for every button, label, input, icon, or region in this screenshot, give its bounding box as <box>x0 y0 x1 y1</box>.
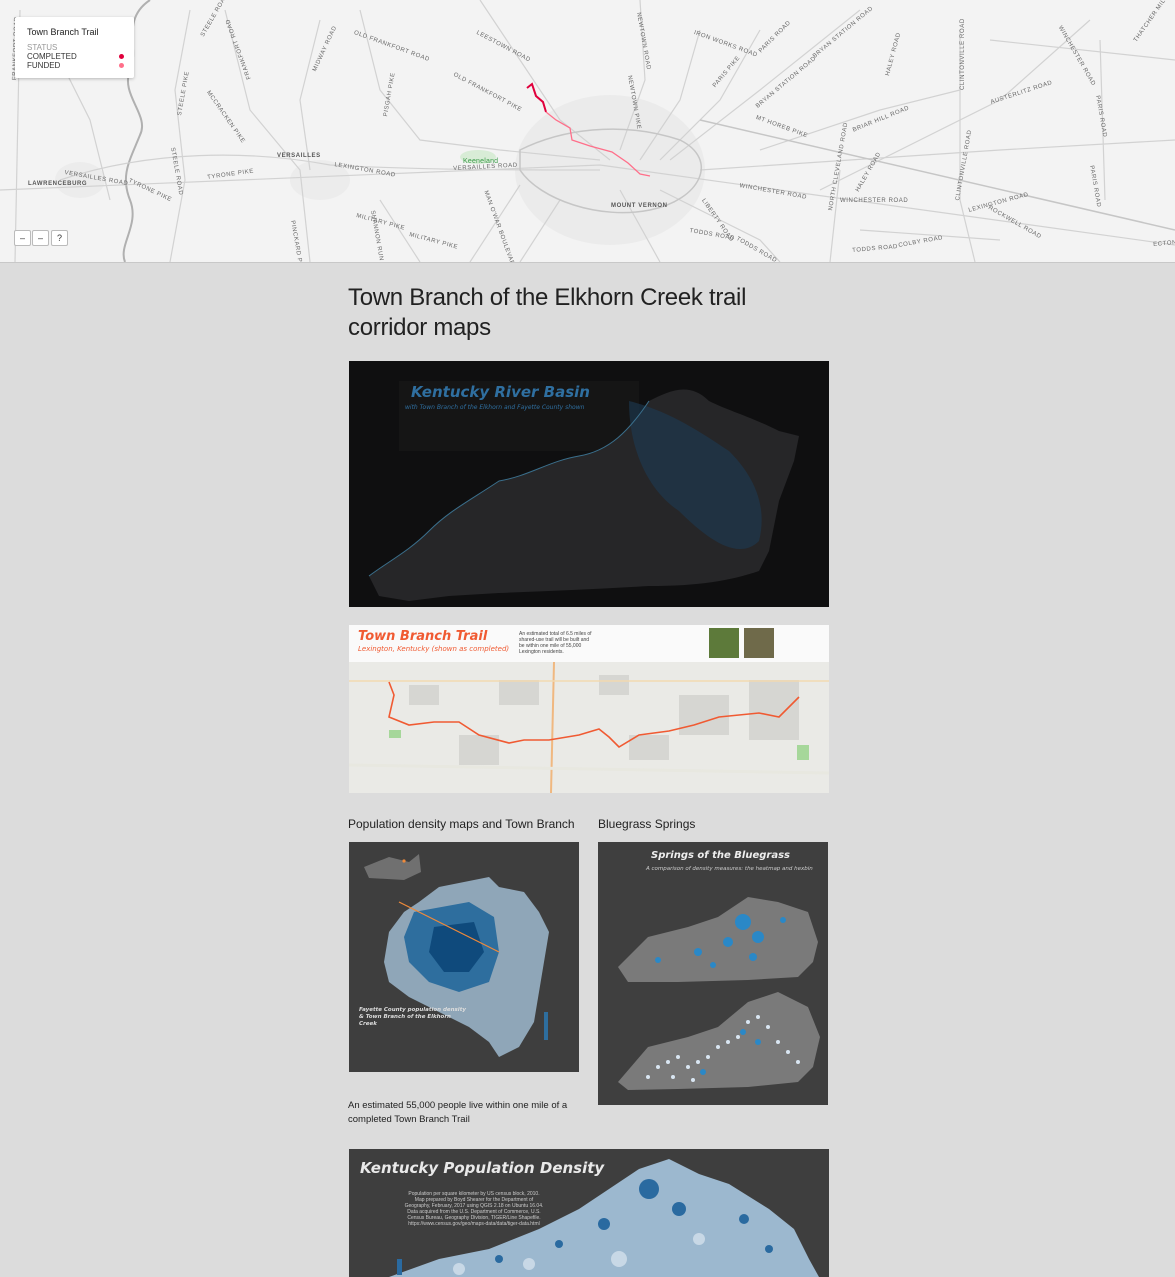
basin-subtitle: with Town Branch of the Elkhorn and Faye… <box>405 404 585 411</box>
legend-completed-label: COMPLETED <box>27 52 77 61</box>
density-credits: Population per square kilometer by US ce… <box>404 1191 544 1227</box>
completed-dot-icon <box>119 54 124 59</box>
trail-subtitle: Lexington, Kentucky (shown as completed) <box>358 645 510 653</box>
help-button[interactable]: ? <box>51 230 68 246</box>
road-label: CLINTONVILLE ROAD <box>960 18 966 90</box>
trail-title: Town Branch Trail <box>358 629 488 644</box>
kentucky-river-basin-image[interactable]: Kentucky River Basin with Town Branch of… <box>349 361 829 607</box>
springs-map-graphic <box>618 897 820 1090</box>
zoom-in-button[interactable]: – <box>14 230 31 246</box>
map-legend: Town Branch Trail STATUS COMPLETED FUNDE… <box>15 17 134 78</box>
fayette-density-image[interactable]: Fayette County population density & Town… <box>349 842 579 1072</box>
fayette-map-graphic <box>364 854 549 1057</box>
place-versailles: VERSAILLES <box>277 153 321 159</box>
springs-subtitle: A comparison of density measures: the he… <box>646 866 813 872</box>
map-basemap <box>0 0 1175 262</box>
kentucky-population-density-image[interactable]: Kentucky Population Density Population p… <box>349 1149 829 1277</box>
springs-bluegrass-image[interactable]: Springs of the Bluegrass A comparison of… <box>598 842 828 1105</box>
basin-title: Kentucky River Basin <box>411 383 590 401</box>
springs-title: Springs of the Bluegrass <box>651 850 790 861</box>
place-mount-vernon: MOUNT VERNON <box>611 203 668 209</box>
legend-title: Town Branch Trail <box>27 27 99 37</box>
zoom-out-button[interactable]: – <box>32 230 49 246</box>
trail-blurb: An estimated total of 6.5 miles of share… <box>519 631 592 655</box>
funded-dot-icon <box>119 63 124 68</box>
page-title: Town Branch of the Elkhorn Creek trail c… <box>348 284 747 341</box>
springs-caption: Bluegrass Springs <box>598 817 696 831</box>
population-caption: Population density maps and Town Branch <box>348 817 575 831</box>
population-note: An estimated 55,000 people live within o… <box>348 1100 568 1125</box>
place-lawrenceburg: LAWRENCEBURG <box>28 181 88 187</box>
fayette-map-title: Fayette County population density & Town… <box>359 1007 466 1027</box>
legend-status-label: STATUS <box>27 43 58 52</box>
town-branch-trail-image[interactable]: Town Branch Trail Lexington, Kentucky (s… <box>349 625 829 793</box>
density-title: Kentucky Population Density <box>360 1159 605 1177</box>
trail-map[interactable]: LAWRENCEBURG VERSAILLES Keeneland MOUNT … <box>0 0 1175 263</box>
road-label: WINCHESTER ROAD <box>840 198 909 204</box>
legend-funded-label: FUNDED <box>27 61 61 70</box>
